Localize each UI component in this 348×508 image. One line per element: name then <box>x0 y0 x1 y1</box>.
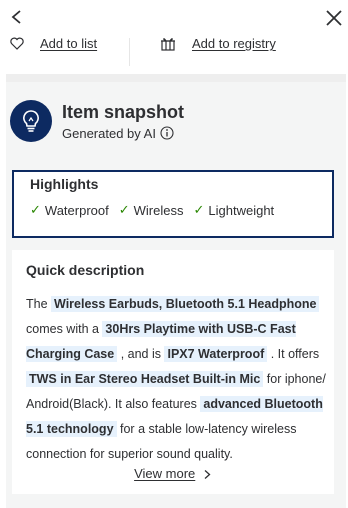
highlight-label: Wireless <box>133 202 184 218</box>
list-actions: Add to list Add to registry <box>0 30 348 68</box>
lightbulb-icon <box>23 110 39 132</box>
snapshot-title: Item snapshot <box>62 101 185 122</box>
highlight-item: ✓ Wireless <box>119 202 184 218</box>
add-to-list-label[interactable]: Add to list <box>40 36 97 51</box>
description-highlight: TWS in Ear Stereo Headset Built-in Mic <box>26 371 264 387</box>
description-text: The <box>26 297 52 311</box>
view-more-link[interactable]: View more <box>12 466 334 481</box>
snapshot-subtitle: Generated by AI <box>62 126 184 141</box>
quick-description-title: Quick description <box>26 262 145 278</box>
section-divider <box>6 74 346 82</box>
check-icon: ✓ <box>118 202 130 217</box>
chevron-right-icon <box>204 470 211 480</box>
back-chevron-icon <box>11 10 21 24</box>
highlights-title: Highlights <box>30 176 99 192</box>
description-text: . It offers <box>267 347 320 361</box>
highlights-list: ✓ Waterproof ✓ Wireless ✓ Lightweight <box>30 202 274 218</box>
description-highlight: IPX7 Waterproof <box>164 346 268 362</box>
description-text: comes with a <box>26 322 103 336</box>
add-to-registry-button[interactable]: Add to registry <box>160 36 276 51</box>
highlight-item: ✓ Waterproof <box>30 202 109 218</box>
generated-by-label: Generated by AI <box>62 125 156 141</box>
snapshot-text: Item snapshot Generated by AI <box>62 102 184 141</box>
description-highlight: Wireless Earbuds, Bluetooth 5.1 Headphon… <box>51 296 320 312</box>
view-more-label[interactable]: View more <box>134 466 195 481</box>
quick-description-body: The Wireless Earbuds, Bluetooth 5.1 Head… <box>26 292 332 467</box>
add-to-list-button[interactable]: Add to list <box>10 36 97 51</box>
quick-description-card: Quick description The Wireless Earbuds, … <box>12 250 334 494</box>
close-icon <box>326 10 342 26</box>
highlights-card: Highlights ✓ Waterproof ✓ Wireless ✓ Lig… <box>12 170 334 238</box>
gift-icon <box>161 38 175 51</box>
check-icon: ✓ <box>30 202 41 217</box>
heart-icon <box>10 37 24 50</box>
snapshot-header: Item snapshot Generated by AI <box>10 100 184 142</box>
highlight-label: Waterproof <box>44 202 109 218</box>
info-icon[interactable] <box>160 126 174 140</box>
close-button[interactable] <box>322 6 346 30</box>
highlight-item: ✓ Lightweight <box>193 202 274 218</box>
check-icon: ✓ <box>193 202 205 217</box>
lightbulb-badge <box>10 100 52 142</box>
highlight-label: Lightweight <box>208 202 275 218</box>
actions-divider <box>129 38 130 66</box>
description-text: , and is <box>117 347 165 361</box>
add-to-registry-label[interactable]: Add to registry <box>192 36 276 51</box>
back-button[interactable] <box>6 6 28 28</box>
